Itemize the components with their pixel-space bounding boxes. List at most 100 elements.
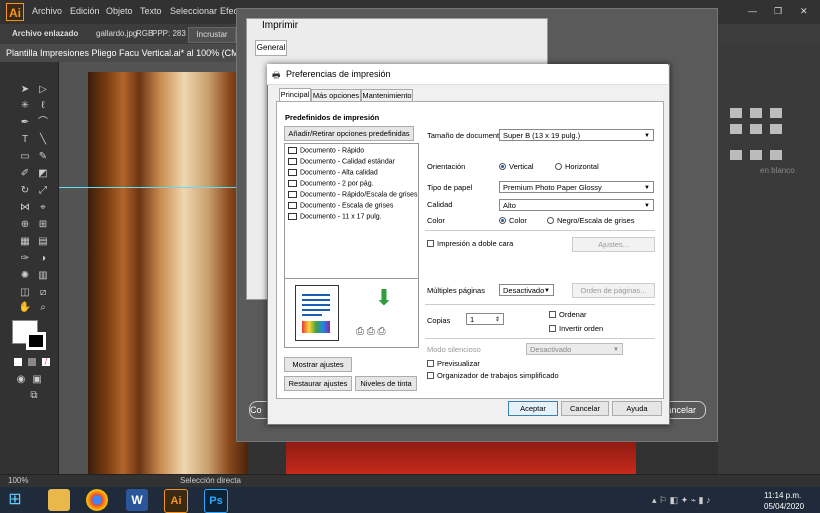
curvature-tool-icon[interactable]: ⌒	[36, 117, 50, 129]
guide-line[interactable]	[59, 187, 245, 188]
rotate-tool-icon[interactable]: ↻	[18, 185, 32, 197]
pen-tool-icon[interactable]: ✒	[18, 117, 32, 129]
doc-size-select[interactable]: Super B (13 x 19 pulg.) ▼	[499, 129, 654, 141]
blend-tool-icon[interactable]: ◑	[36, 253, 50, 265]
cancel-button[interactable]: Cancelar	[561, 401, 609, 416]
reverse-order-checkbox[interactable]	[549, 325, 556, 332]
menu-edicion[interactable]: Edición	[70, 6, 100, 16]
orientation-vertical-radio[interactable]	[499, 163, 506, 170]
explorer-icon[interactable]	[48, 489, 70, 511]
minimize-button[interactable]: —	[748, 6, 757, 16]
restore-settings-button[interactable]: Restaurar ajustes	[284, 376, 352, 391]
document-tab[interactable]: Plantilla Impresiones Pliego Facu Vertic…	[0, 44, 240, 62]
graph-tool-icon[interactable]: ▥	[36, 270, 50, 282]
word-icon[interactable]: W	[126, 489, 148, 511]
distribute-left-icon[interactable]	[730, 150, 742, 160]
photoshop-icon[interactable]: Ps	[204, 489, 228, 513]
align-middle-icon[interactable]	[750, 124, 762, 134]
list-item[interactable]: Documento - 11 x 17 pulg.	[288, 213, 382, 223]
menu-texto[interactable]: Texto	[140, 6, 162, 16]
width-tool-icon[interactable]: ⋈	[18, 202, 32, 214]
slice-tool-icon[interactable]: ⧄	[36, 287, 50, 299]
start-button-icon[interactable]: ⊞	[4, 489, 26, 511]
paper-type-select[interactable]: Premium Photo Paper Glossy ▼	[499, 181, 654, 193]
scale-tool-icon[interactable]: ⤢	[36, 185, 50, 197]
color-radio[interactable]	[499, 217, 506, 224]
tab-general[interactable]: General	[255, 40, 287, 56]
artboard-tool-icon[interactable]: ◫	[18, 287, 32, 299]
list-item[interactable]: Documento - Alta calidad	[288, 169, 378, 179]
align-top-icon[interactable]	[730, 124, 742, 134]
placed-image[interactable]	[88, 72, 248, 474]
align-bottom-icon[interactable]	[770, 124, 782, 134]
stepper-arrows-icon[interactable]: ⇕	[495, 314, 500, 326]
align-right-icon[interactable]	[770, 108, 782, 118]
list-item[interactable]: Documento - Calidad estándar	[288, 158, 395, 168]
color-mode-icon[interactable]	[14, 358, 22, 366]
job-arranger-checkbox[interactable]	[427, 372, 434, 379]
rectangle-tool-icon[interactable]: ▭	[18, 151, 32, 163]
edit-toolbar-icon[interactable]: ⧉	[26, 390, 42, 402]
quality-select[interactable]: Alto ▼	[499, 199, 654, 211]
lasso-tool-icon[interactable]: ℓ	[36, 100, 50, 112]
preview-checkbox[interactable]	[427, 360, 434, 367]
illustrator-icon[interactable]: Ai	[164, 489, 188, 513]
selection-tool-icon[interactable]: ➤	[18, 84, 32, 96]
paintbrush-tool-icon[interactable]: ✎	[36, 151, 50, 163]
shaper-tool-icon[interactable]: ✐	[18, 168, 32, 180]
clock-time[interactable]: 11:14 p.m.	[764, 491, 801, 500]
accept-button[interactable]: Aceptar	[508, 401, 558, 416]
ink-levels-button[interactable]: Niveles de tinta	[355, 376, 417, 391]
menu-archivo[interactable]: Archivo	[32, 6, 62, 16]
page-order-button[interactable]: Orden de páginas...	[572, 283, 655, 298]
placed-image-bottom[interactable]	[286, 440, 636, 474]
shape-builder-tool-icon[interactable]: ⊕	[18, 219, 32, 231]
collate-checkbox[interactable]	[549, 311, 556, 318]
clock-date[interactable]: 05/04/2020	[764, 502, 804, 511]
chrome-icon[interactable]	[86, 489, 108, 511]
orientation-horizontal-radio[interactable]	[555, 163, 562, 170]
embed-button[interactable]: Incrustar	[188, 27, 236, 43]
help-button[interactable]: Ayuda	[612, 401, 662, 416]
list-item[interactable]: Documento - Escala de grises	[288, 202, 393, 212]
show-settings-button[interactable]: Mostrar ajustes	[284, 357, 352, 372]
draw-mode-icon[interactable]: ◉	[14, 374, 28, 386]
align-center-icon[interactable]	[750, 108, 762, 118]
grayscale-radio[interactable]	[547, 217, 554, 224]
mesh-tool-icon[interactable]: ▦	[18, 236, 32, 248]
copies-stepper[interactable]: 1 ⇕	[466, 313, 504, 325]
add-remove-presets-button[interactable]: Añadir/Retirar opciones predefinidas	[284, 126, 414, 141]
list-item[interactable]: Documento - Rápido/Escala de grises	[288, 191, 418, 201]
eraser-tool-icon[interactable]: ◩	[36, 168, 50, 180]
zoom-tool-icon[interactable]: ⌕	[36, 302, 50, 314]
distribute-center-icon[interactable]	[750, 150, 762, 160]
stroke-swatch[interactable]	[26, 332, 46, 350]
free-transform-tool-icon[interactable]: ⌖	[36, 202, 50, 214]
tray-icons[interactable]: ▴ ⚐ ◧ ✦ ⌁ ▮ ♪	[652, 495, 711, 506]
menu-objeto[interactable]: Objeto	[106, 6, 133, 16]
screen-mode-icon[interactable]: ▣	[30, 374, 44, 386]
filename-link[interactable]: gallardo.jpg	[96, 29, 137, 38]
duplex-checkbox[interactable]	[427, 240, 434, 247]
perspective-grid-tool-icon[interactable]: ⊞	[36, 219, 50, 231]
duplex-settings-button[interactable]: Ajustes...	[572, 237, 655, 252]
line-tool-icon[interactable]: ╲	[36, 134, 50, 146]
direct-selection-tool-icon[interactable]: ▷	[36, 84, 50, 96]
multipage-select[interactable]: Desactivado ▼	[499, 284, 554, 296]
list-item[interactable]: Documento - 2 por pág.	[288, 180, 374, 190]
distribute-right-icon[interactable]	[770, 150, 782, 160]
none-mode-icon[interactable]: ⧸	[42, 358, 50, 366]
symbol-sprayer-tool-icon[interactable]: ✺	[18, 270, 32, 282]
gradient-tool-icon[interactable]: ▤	[36, 236, 50, 248]
menu-seleccionar[interactable]: Seleccionar	[170, 6, 217, 16]
magic-wand-tool-icon[interactable]: ✳	[18, 100, 32, 112]
tab-principal[interactable]: Principal	[279, 88, 311, 102]
quiet-mode-select[interactable]: Desactivado ▼	[526, 343, 623, 355]
zoom-level[interactable]: 100%	[8, 476, 28, 485]
close-button[interactable]: ✕	[800, 6, 808, 17]
maximize-button[interactable]: ❐	[774, 6, 782, 17]
list-item[interactable]: Documento - Rápido	[288, 147, 364, 157]
type-tool-icon[interactable]: T	[18, 134, 32, 146]
hand-tool-icon[interactable]: ✋	[18, 302, 32, 314]
eyedropper-tool-icon[interactable]: ✑	[18, 253, 32, 265]
